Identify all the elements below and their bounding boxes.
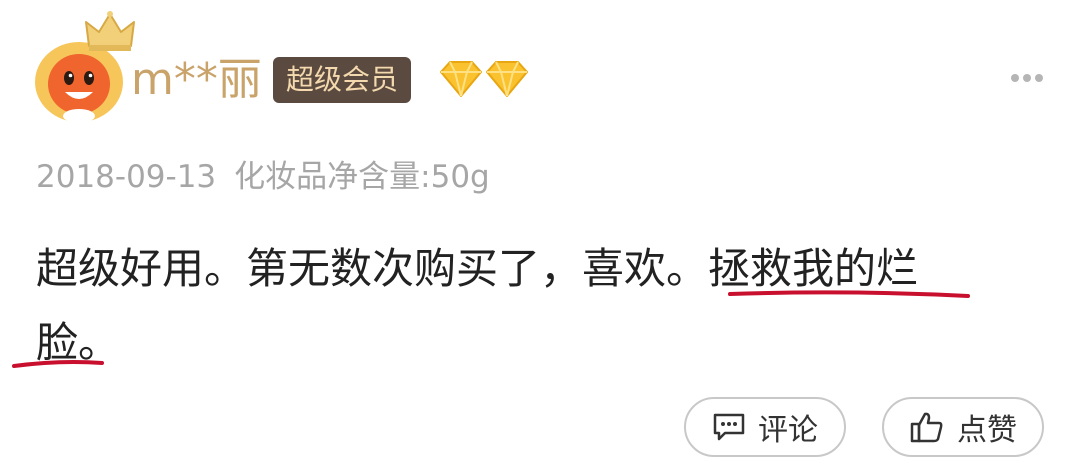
like-label: 点赞 bbox=[957, 413, 1017, 448]
review-text-highlight-cont: 脸 bbox=[36, 318, 79, 367]
review-text-end: 。 bbox=[78, 318, 121, 367]
thumbs-up-icon bbox=[910, 412, 943, 443]
review-text-plain: 超级好用。第无数次购买了，喜欢。 bbox=[36, 244, 709, 293]
comment-label: 评论 bbox=[758, 413, 818, 448]
vip-badge: 超级会员 bbox=[273, 57, 411, 103]
review-card: m**丽 超级会员 2018-09-13 化妆品净含量:50g 超级好用。第无数次… bbox=[0, 0, 1080, 476]
crown-icon bbox=[85, 11, 135, 51]
review-text: 超级好用。第无数次购买了，喜欢。拯救我的烂脸。 bbox=[36, 232, 1046, 380]
diamond-icon bbox=[440, 61, 482, 97]
product-spec: 化妆品净含量:50g bbox=[234, 159, 490, 195]
like-button[interactable]: 点赞 bbox=[882, 397, 1044, 457]
comment-icon bbox=[713, 413, 745, 441]
comment-button[interactable]: 评论 bbox=[684, 397, 846, 457]
username[interactable]: m**丽 bbox=[131, 50, 262, 110]
review-meta: 2018-09-13 化妆品净含量:50g bbox=[36, 152, 490, 202]
review-text-highlight: 拯救我的烂 bbox=[708, 244, 919, 293]
review-date: 2018-09-13 bbox=[36, 159, 217, 195]
diamond-icon bbox=[486, 61, 528, 97]
more-dots-icon[interactable] bbox=[1010, 72, 1044, 84]
